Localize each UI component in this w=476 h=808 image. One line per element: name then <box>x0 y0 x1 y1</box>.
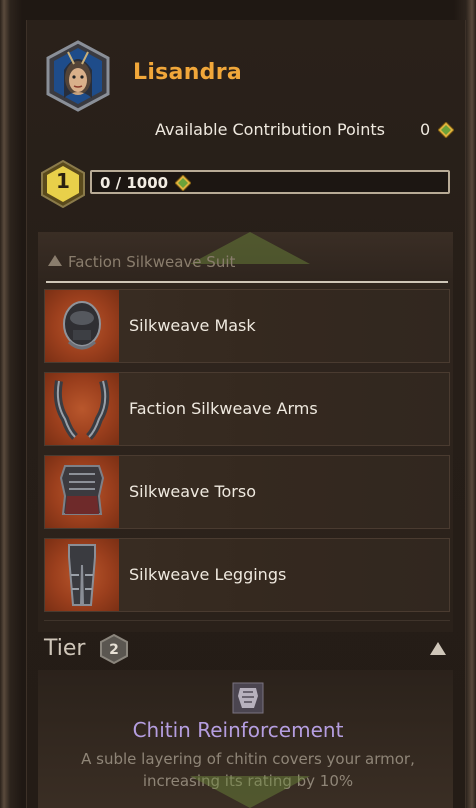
faction-avatar <box>46 40 110 112</box>
mask-icon <box>63 301 101 350</box>
rank-progress-text: 0 / 1000 <box>100 174 169 192</box>
item-label: Faction Silkweave Arms <box>129 399 318 418</box>
list-item[interactable]: Silkweave Mask <box>44 289 450 363</box>
tier-divider <box>44 620 450 621</box>
scroll-down-indicator[interactable] <box>190 776 310 808</box>
item-label: Silkweave Mask <box>129 316 256 335</box>
tier-number: 2 <box>109 642 119 658</box>
perk-title: Chitin Reinforcement <box>132 718 344 742</box>
rank-number: 1 <box>56 169 70 193</box>
progress-coin-icon <box>175 175 191 191</box>
list-item[interactable]: Silkweave Leggings <box>44 538 450 612</box>
list-item[interactable]: Silkweave Torso <box>44 455 450 529</box>
collapse-caret-icon <box>48 255 62 266</box>
torso-icon <box>59 465 105 515</box>
item-label: Silkweave Leggings <box>129 565 287 584</box>
item-thumbnail <box>45 290 119 362</box>
leggings-icon <box>68 544 96 606</box>
item-thumbnail <box>45 373 119 445</box>
item-label: Silkweave Torso <box>129 482 256 501</box>
suit-header[interactable]: Faction Silkweave Suit <box>48 253 235 271</box>
contribution-label: Available Contribution Points <box>155 120 385 139</box>
arms-icon <box>53 379 110 440</box>
list-item[interactable]: Faction Silkweave Arms <box>44 372 450 446</box>
tier-collapse-caret-icon[interactable] <box>430 642 446 655</box>
suit-divider <box>46 281 448 283</box>
contribution-value: 0 <box>420 120 431 139</box>
tier-badge-icon: 2 <box>100 634 128 664</box>
item-thumbnail <box>45 456 119 528</box>
item-thumbnail <box>45 539 119 611</box>
chitin-armor-icon <box>232 682 264 714</box>
faction-name: Lisandra <box>133 60 243 85</box>
contribution-coin-icon <box>438 122 454 138</box>
suit-header-label: Faction Silkweave Suit <box>68 253 236 271</box>
tier-label: Tier <box>44 636 86 661</box>
